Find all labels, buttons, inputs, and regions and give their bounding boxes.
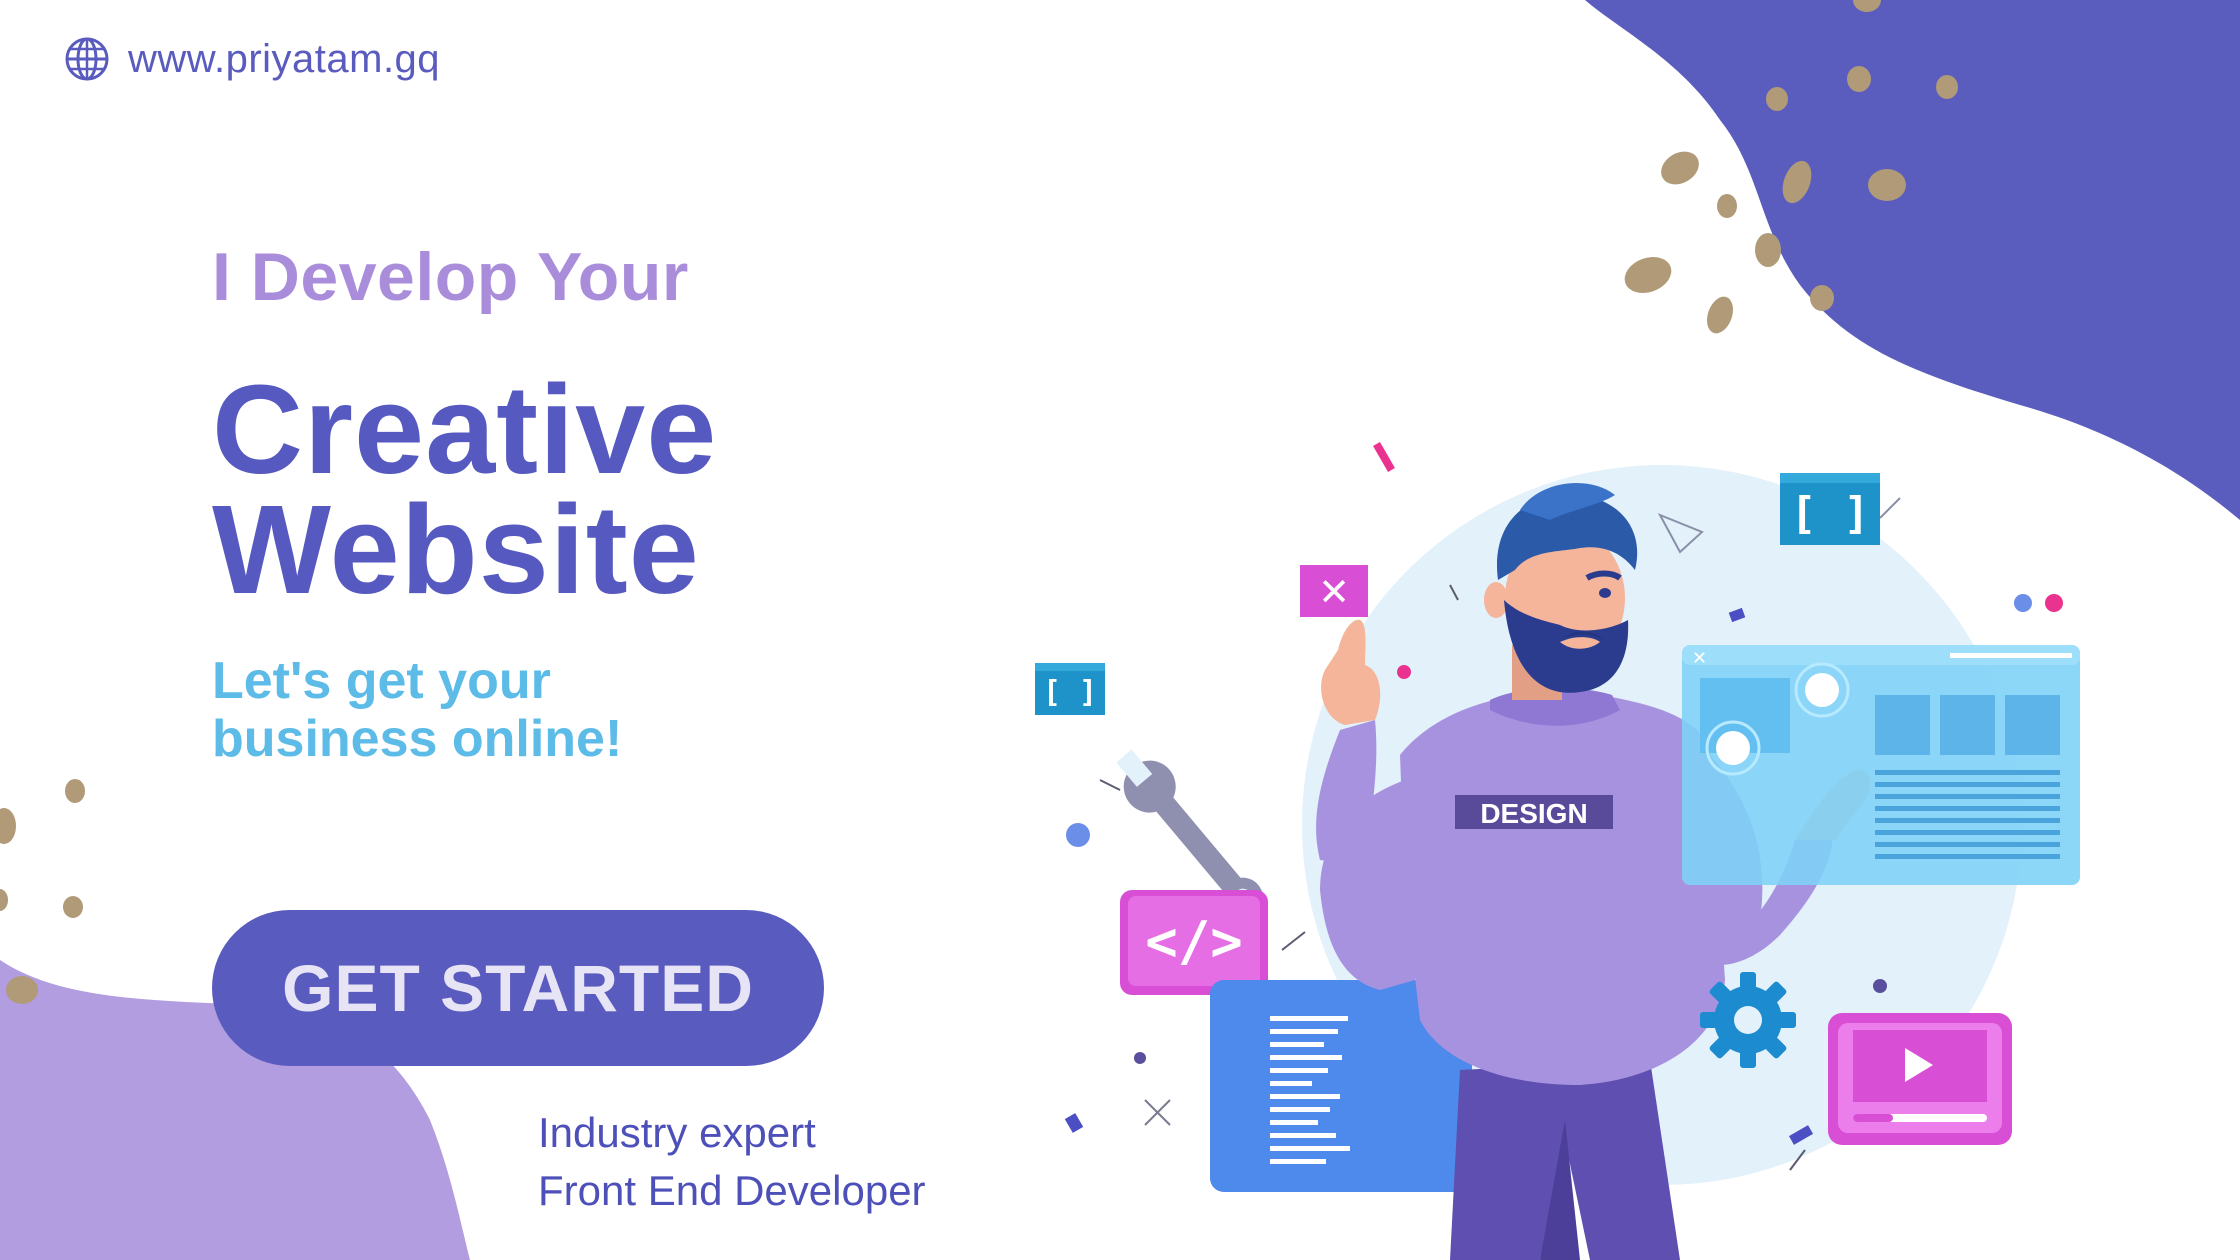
headline-line-2: Website bbox=[212, 479, 700, 620]
gear-icon bbox=[1700, 972, 1796, 1068]
svg-text:✕: ✕ bbox=[1318, 570, 1350, 614]
site-url-bar[interactable]: www.priyatam.gq bbox=[64, 36, 440, 82]
tagline-line-1: Industry expert bbox=[538, 1109, 816, 1156]
tagline-line-2: Front End Developer bbox=[538, 1167, 926, 1214]
hero-headline: Creative Website bbox=[212, 359, 718, 620]
globe-icon bbox=[65, 37, 109, 81]
svg-text:DESIGN: DESIGN bbox=[1480, 798, 1587, 829]
hero-subline: Let's get your business online! bbox=[212, 652, 622, 768]
svg-text:[ ]: [ ] bbox=[1790, 488, 1869, 539]
bracket-badge-small: [ ] bbox=[1035, 663, 1105, 715]
code-badge: </> bbox=[1120, 890, 1268, 995]
svg-text:</>: </> bbox=[1145, 910, 1243, 973]
subline-line-2: business online! bbox=[212, 710, 623, 768]
developer-illustration: [ ] [ ] </> DESIGN ✕ ✕ bbox=[1035, 442, 2080, 1260]
browser-window: ✕ bbox=[1682, 645, 2080, 885]
bracket-badge-large: [ ] bbox=[1780, 473, 1880, 545]
tagline-block: Industry expert Front End Developer bbox=[538, 1104, 926, 1220]
hero-eyebrow: I Develop Your bbox=[212, 239, 689, 315]
video-player-badge bbox=[1828, 1013, 2012, 1145]
get-started-button[interactable]: GET STARTED bbox=[212, 910, 824, 1066]
svg-text:✕: ✕ bbox=[1692, 648, 1707, 669]
subline-line-1: Let's get your bbox=[212, 652, 551, 710]
headline-line-1: Creative bbox=[212, 359, 718, 500]
close-badge: ✕ bbox=[1300, 565, 1368, 617]
site-url-link[interactable]: www.priyatam.gq bbox=[128, 37, 440, 82]
svg-text:[ ]: [ ] bbox=[1043, 675, 1097, 710]
